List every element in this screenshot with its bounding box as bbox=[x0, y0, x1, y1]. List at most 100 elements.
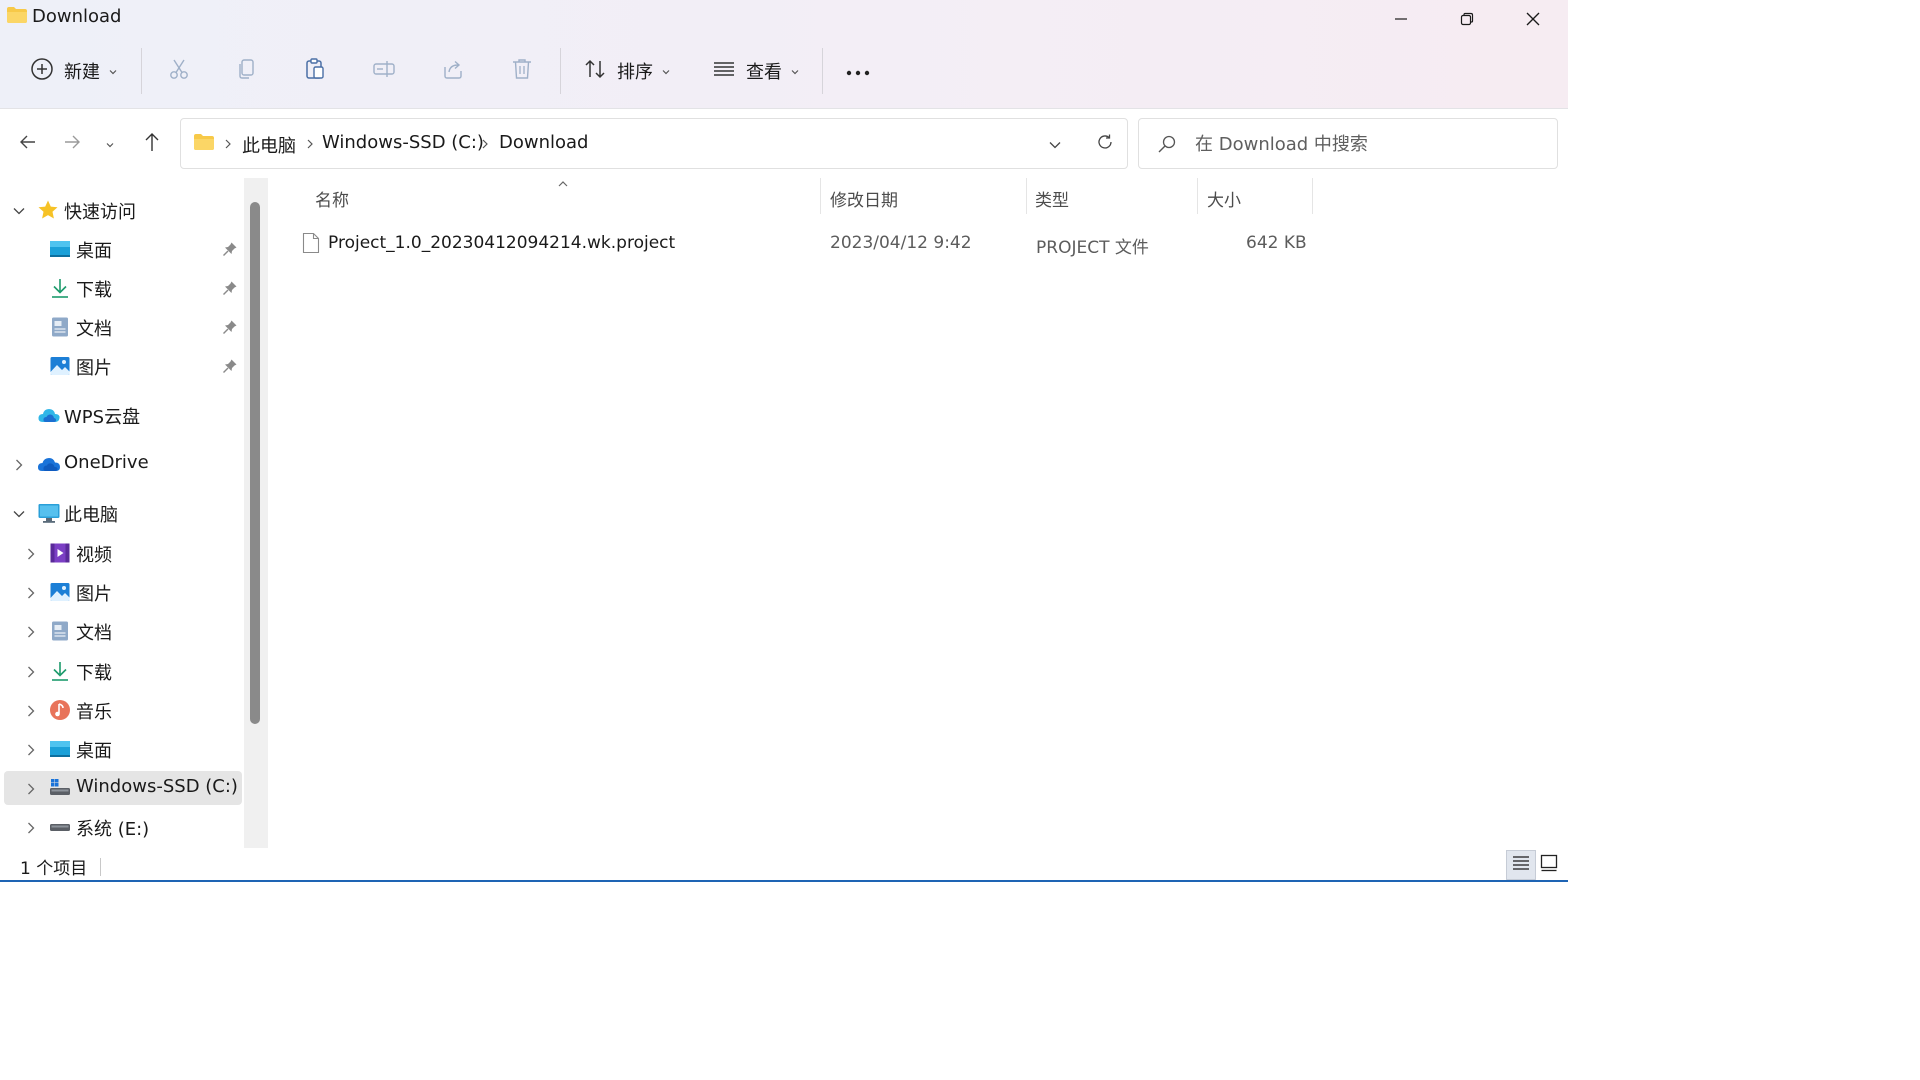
sidebar-item-onedrive[interactable]: OneDrive bbox=[4, 447, 242, 481]
sidebar-item-label: 系统 (E:) bbox=[76, 819, 150, 840]
chevron-right-icon[interactable] bbox=[24, 546, 38, 560]
sidebar-item-desktop[interactable]: 桌面 bbox=[4, 732, 242, 766]
back-button[interactable] bbox=[10, 124, 46, 164]
search-icon bbox=[1157, 134, 1177, 158]
sidebar-item-label: 下载 bbox=[76, 280, 112, 301]
forward-button[interactable] bbox=[54, 124, 90, 164]
sidebar-item-this-pc[interactable]: 此电脑 bbox=[4, 496, 242, 530]
breadcrumb-chevron-icon bbox=[480, 136, 490, 155]
column-header-label: 修改日期 bbox=[830, 191, 898, 211]
sidebar-item-pictures[interactable]: 图片 bbox=[4, 575, 242, 609]
sidebar-item-drive-e[interactable]: 系统 (E:) bbox=[4, 810, 242, 844]
sidebar-item-label: 音乐 bbox=[76, 702, 112, 723]
chevron-right-icon[interactable] bbox=[12, 457, 26, 471]
sidebar-item-drive-c[interactable]: Windows-SSD (C:) bbox=[4, 771, 242, 805]
download-icon bbox=[49, 660, 71, 682]
arrow-up-icon bbox=[143, 132, 161, 156]
sidebar-item-label: WPS云盘 bbox=[64, 407, 141, 428]
column-divider[interactable] bbox=[1312, 178, 1313, 214]
sidebar-item-label: 视频 bbox=[76, 545, 112, 566]
search-box[interactable] bbox=[1138, 118, 1558, 169]
paste-button[interactable] bbox=[296, 44, 334, 98]
sort-label: 排序 bbox=[617, 62, 653, 83]
search-input[interactable] bbox=[1195, 131, 1545, 157]
new-button[interactable]: 新建 bbox=[18, 44, 130, 98]
sidebar-item-label: 文档 bbox=[76, 319, 112, 340]
sidebar-item-documents-pinned[interactable]: 文档 bbox=[4, 310, 242, 344]
rename-button[interactable] bbox=[365, 44, 403, 98]
desktop-icon bbox=[49, 238, 71, 260]
chevron-right-icon[interactable] bbox=[24, 585, 38, 599]
sidebar-item-desktop-pinned[interactable]: 桌面 bbox=[4, 232, 242, 266]
arrow-left-icon bbox=[19, 133, 37, 155]
copy-button[interactable] bbox=[228, 44, 266, 98]
file-modified: 2023/04/12 9:42 bbox=[830, 233, 972, 253]
arrow-right-icon bbox=[63, 133, 81, 155]
music-icon bbox=[49, 699, 71, 721]
breadcrumb-this-pc[interactable]: 此电脑 bbox=[242, 132, 296, 158]
more-options-button[interactable] bbox=[838, 44, 878, 98]
download-icon bbox=[49, 277, 71, 299]
add-icon bbox=[30, 57, 54, 85]
view-button[interactable]: 查看 bbox=[702, 44, 810, 98]
chevron-right-icon[interactable] bbox=[24, 664, 38, 678]
title-and-command-area: Download 新建 排序 查看 bbox=[0, 0, 1568, 109]
window-title: Download bbox=[32, 6, 122, 27]
file-row[interactable]: Project_1.0_20230412094214.wk.project 20… bbox=[290, 226, 1320, 262]
chevron-right-icon[interactable] bbox=[24, 742, 38, 756]
chevron-down-icon[interactable] bbox=[12, 203, 26, 217]
up-button[interactable] bbox=[134, 124, 170, 164]
refresh-button[interactable] bbox=[1089, 129, 1121, 159]
breadcrumb-chevron-icon bbox=[305, 136, 315, 155]
sidebar-item-label: 文档 bbox=[76, 623, 112, 644]
delete-button[interactable] bbox=[503, 44, 541, 98]
chevron-right-icon[interactable] bbox=[24, 820, 38, 834]
share-button[interactable] bbox=[434, 44, 472, 98]
chevron-right-icon[interactable] bbox=[24, 624, 38, 638]
sidebar-item-videos[interactable]: 视频 bbox=[4, 536, 242, 570]
file-name: Project_1.0_20230412094214.wk.project bbox=[328, 233, 676, 253]
recent-locations-button[interactable] bbox=[94, 124, 126, 164]
desktop-icon bbox=[49, 738, 71, 760]
tiles-view-icon bbox=[1540, 854, 1558, 876]
sidebar-item-label: Windows-SSD (C:) bbox=[76, 776, 238, 797]
pictures-icon bbox=[49, 355, 71, 377]
sidebar-item-label: 下载 bbox=[76, 663, 112, 684]
sidebar-item-wps-cloud[interactable]: WPS云盘 bbox=[4, 398, 242, 432]
star-icon bbox=[37, 199, 59, 221]
sidebar-item-label: 快速访问 bbox=[64, 202, 136, 223]
restore-icon bbox=[1460, 11, 1474, 30]
close-button[interactable] bbox=[1500, 0, 1566, 40]
column-header-size[interactable]: 大小 bbox=[1198, 178, 1312, 216]
sidebar-item-documents[interactable]: 文档 bbox=[4, 614, 242, 648]
address-history-button[interactable] bbox=[1039, 129, 1071, 159]
sidebar-item-music[interactable]: 音乐 bbox=[4, 693, 242, 727]
sidebar-item-quick-access[interactable]: 快速访问 bbox=[4, 193, 242, 227]
delete-icon bbox=[510, 57, 534, 85]
details-view-button[interactable] bbox=[1506, 850, 1536, 880]
tiles-view-button[interactable] bbox=[1534, 850, 1564, 880]
column-header-modified[interactable]: 修改日期 bbox=[821, 178, 1026, 216]
column-header-type[interactable]: 类型 bbox=[1027, 178, 1197, 216]
sidebar-item-downloads[interactable]: 下载 bbox=[4, 654, 242, 688]
sort-button[interactable]: 排序 bbox=[574, 44, 680, 98]
more-icon bbox=[845, 62, 871, 81]
sidebar-scrollbar-thumb[interactable] bbox=[250, 202, 260, 724]
restore-button[interactable] bbox=[1434, 0, 1500, 40]
cut-button[interactable] bbox=[160, 44, 198, 98]
breadcrumb-drive-c[interactable]: Windows-SSD (C:) bbox=[322, 132, 484, 153]
address-bar[interactable]: 此电脑 Windows-SSD (C:) Download bbox=[180, 118, 1128, 169]
cut-icon bbox=[167, 57, 191, 85]
minimize-button[interactable] bbox=[1368, 0, 1434, 40]
window-bottom-border bbox=[0, 880, 1568, 882]
wps-cloud-icon bbox=[37, 404, 60, 426]
command-bar: 新建 排序 查看 bbox=[0, 44, 1568, 98]
chevron-right-icon[interactable] bbox=[24, 781, 38, 795]
breadcrumb-download[interactable]: Download bbox=[499, 132, 588, 153]
chevron-down-icon[interactable] bbox=[12, 506, 26, 520]
sidebar-item-pictures-pinned[interactable]: 图片 bbox=[4, 349, 242, 383]
chevron-right-icon[interactable] bbox=[24, 703, 38, 717]
title-bar: Download bbox=[0, 0, 1568, 36]
sidebar-item-downloads-pinned[interactable]: 下载 bbox=[4, 271, 242, 305]
chevron-down-icon bbox=[790, 62, 800, 81]
